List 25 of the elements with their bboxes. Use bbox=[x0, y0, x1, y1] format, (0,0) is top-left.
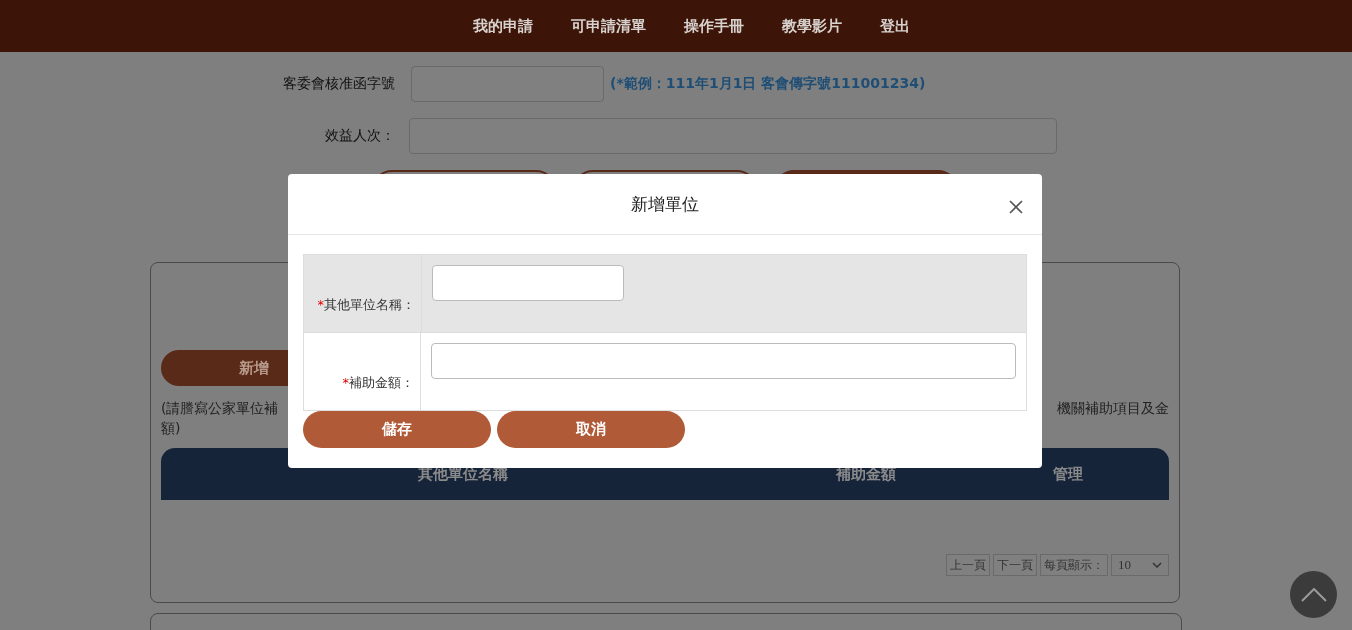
nav-link[interactable]: 我的申請 bbox=[472, 16, 533, 36]
nav-link[interactable]: 登出 bbox=[879, 16, 910, 36]
page-size-label: 每頁顯示： bbox=[1040, 554, 1108, 576]
field-label: *其他單位名稱： bbox=[317, 295, 415, 314]
nav-link[interactable]: 可申請清單 bbox=[570, 16, 646, 36]
input-field[interactable] bbox=[432, 265, 624, 301]
note-text: (請謄寫公家單位補 bbox=[161, 399, 279, 418]
page-size-select[interactable]: 10 bbox=[1111, 554, 1169, 576]
hint-text: (*範例：111年1月1日 客會傳字號111001234) bbox=[610, 75, 926, 93]
field-label: 客委會核准函字號 bbox=[282, 75, 395, 93]
close-icon[interactable] bbox=[1009, 200, 1023, 214]
note-text: 額) bbox=[161, 420, 181, 436]
next-page-button[interactable]: 下一頁 bbox=[993, 554, 1037, 576]
column-header: 管理 bbox=[1053, 465, 1083, 484]
dialog-title: 新增單位 bbox=[631, 192, 699, 216]
input-field[interactable] bbox=[431, 343, 1016, 379]
note-text: 機關補助項目及金 bbox=[1057, 399, 1169, 418]
chevron-down-icon bbox=[1152, 562, 1162, 568]
dialog-button[interactable]: 儲存 bbox=[303, 411, 491, 448]
dialog-button[interactable]: 取消 bbox=[497, 411, 685, 448]
chevron-up-icon bbox=[1300, 587, 1327, 602]
field-label: 效益人次： bbox=[324, 127, 395, 145]
nav-link[interactable]: 教學影片 bbox=[781, 16, 842, 36]
nav-link[interactable]: 操作手冊 bbox=[683, 16, 744, 36]
scroll-top-button[interactable] bbox=[1290, 571, 1337, 618]
